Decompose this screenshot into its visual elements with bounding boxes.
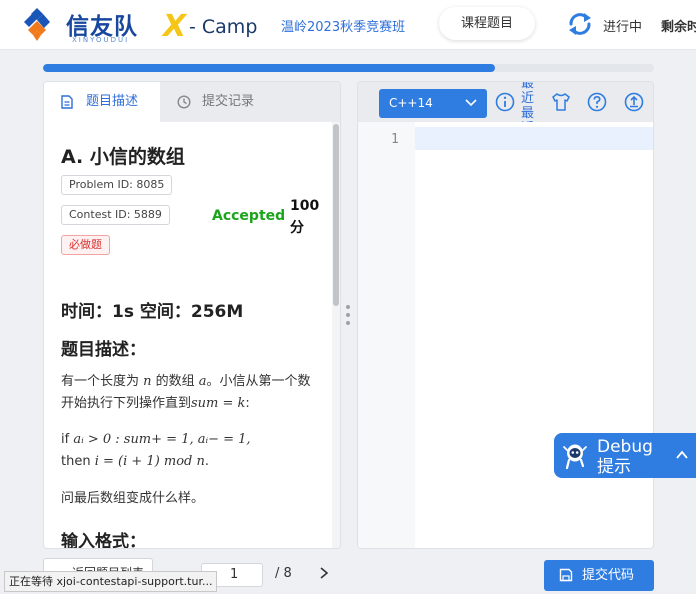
line-number-gutter	[358, 122, 415, 548]
debug-label: Debug	[597, 437, 653, 457]
document-icon	[61, 95, 73, 109]
required-badge: 必做题	[61, 235, 110, 255]
hint-label: 提示	[597, 457, 631, 477]
xcamp-x: X	[163, 9, 187, 44]
tab-problem-description[interactable]: 题目描述	[44, 82, 160, 122]
recent-code-button[interactable]: 最近最近代	[521, 82, 537, 122]
problem-title: A. 小信的数组	[61, 146, 185, 168]
problem-scrollbar[interactable]	[332, 122, 340, 548]
chevron-right-icon[interactable]	[318, 565, 330, 581]
contest-progress-bar	[43, 64, 654, 72]
problem-panel: 题目描述 提交记录 A. 小信的数组 Problem ID: 8085 Cont…	[43, 81, 341, 549]
refresh-icon[interactable]	[566, 10, 594, 38]
chevron-down-icon	[465, 99, 477, 107]
problem-id-badge: Problem ID: 8085	[61, 175, 173, 195]
xcamp-logo[interactable]: X - Camp	[163, 9, 273, 44]
submit-label: 提交代码	[582, 568, 635, 583]
info-icon[interactable]	[495, 92, 515, 112]
chevron-up-icon[interactable]	[675, 449, 689, 461]
brand-subtitle: XINYOUDUI	[72, 36, 130, 44]
top-header: 信友队 XINYOUDUI X - Camp 温岭2023秋季竞赛班 课程题目 …	[0, 0, 696, 50]
scrollbar-thumb[interactable]	[333, 124, 339, 306]
xcamp-text: - Camp	[189, 16, 258, 38]
remaining-time: 剩余时	[661, 20, 696, 35]
save-icon	[559, 568, 573, 582]
robot-icon	[563, 444, 587, 470]
contest-status: 进行中	[603, 20, 643, 35]
xinyoudui-logo-icon[interactable]	[22, 8, 52, 42]
page: 信友队 XINYOUDUI X - Camp 温岭2023秋季竞赛班 课程题目 …	[0, 0, 696, 594]
tab-submission-records[interactable]: 提交记录	[160, 82, 290, 122]
browser-status-bar: 正在等待 xjoi-contestapi-support.tur...	[4, 571, 218, 592]
code-input-area[interactable]	[415, 127, 653, 150]
line-number: 1	[391, 132, 399, 147]
page-total: / 8	[275, 566, 292, 581]
input-format-heading: 输入格式：	[61, 532, 146, 549]
editor-toolbar: C++14 最近最近代	[358, 82, 653, 122]
description-heading: 题目描述：	[61, 340, 146, 360]
contest-name[interactable]: 温岭2023秋季竞赛班	[281, 16, 405, 35]
panel-resize-handle[interactable]	[346, 305, 350, 331]
tab-label: 提交记录	[202, 94, 255, 109]
language-select[interactable]: C++14	[379, 89, 487, 118]
description-paragraph-3: 问最后数组变成什么样。	[61, 491, 205, 506]
shirt-icon[interactable]	[551, 92, 571, 112]
result-status: Accepted	[212, 208, 286, 224]
submit-code-button[interactable]: 提交代码	[544, 560, 654, 591]
help-icon[interactable]	[587, 92, 607, 112]
code-editor-panel: C++14 最近最近代	[357, 81, 654, 549]
language-value: C++14	[389, 96, 433, 110]
description-paragraph-1: 有一个长度为 n 的数组 a。小信从第一个数开始执行下列操作直到sum = k:	[61, 374, 311, 411]
clock-icon	[177, 95, 191, 109]
contest-id-badge: Contest ID: 5889	[61, 205, 170, 225]
course-problems-button[interactable]: 课程题目	[439, 7, 535, 40]
progress-fill	[43, 64, 496, 72]
time-memory-limits: 时间：1s 空间：256M	[61, 302, 244, 322]
description-paragraph-2: if aᵢ > 0 : sum+ = 1, aᵢ− = 1, then i = (…	[61, 432, 251, 469]
problem-tabs: 题目描述 提交记录	[44, 82, 340, 122]
score: 100 分	[290, 198, 320, 236]
upload-icon[interactable]	[624, 92, 644, 112]
tab-label: 题目描述	[86, 94, 139, 109]
